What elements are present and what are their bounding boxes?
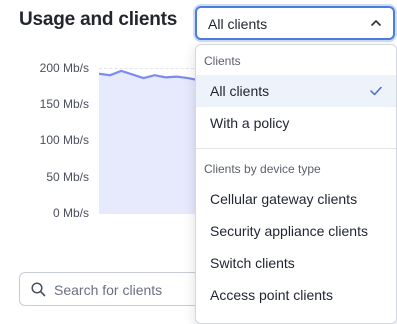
option-cellular-gateway-clients[interactable]: Cellular gateway clients <box>196 183 396 215</box>
option-label: Cellular gateway clients <box>210 191 358 207</box>
client-filter-value: All clients <box>208 16 268 32</box>
option-label: All clients <box>210 83 270 99</box>
group-label-device-type: Clients by device type <box>204 162 321 176</box>
y-tick-label: 200 Mb/s <box>39 61 89 75</box>
usage-chart <box>99 60 199 214</box>
y-tick-label: 0 Mb/s <box>52 206 89 220</box>
option-all-clients[interactable]: All clients <box>196 75 396 107</box>
option-label: With a policy <box>210 115 290 131</box>
y-tick-label: 50 Mb/s <box>46 170 89 184</box>
y-tick-label: 150 Mb/s <box>39 97 89 111</box>
option-label: Access point clients <box>210 287 333 303</box>
option-switch-clients[interactable]: Switch clients <box>196 247 396 279</box>
page-title: Usage and clients <box>19 9 178 30</box>
option-with-a-policy[interactable]: With a policy <box>196 107 396 139</box>
chevron-up-icon <box>371 20 381 26</box>
option-label: Security appliance clients <box>210 223 368 239</box>
search-input[interactable] <box>52 280 196 300</box>
option-security-appliance-clients[interactable]: Security appliance clients <box>196 215 396 247</box>
menu-divider <box>196 148 396 149</box>
client-filter-dropdown: Clients All clients With a policy Client… <box>195 44 397 324</box>
search-icon <box>31 282 46 297</box>
usage-area-fill <box>99 70 199 214</box>
y-tick-label: 100 Mb/s <box>39 133 89 147</box>
client-search-box[interactable] <box>19 272 209 306</box>
option-label: Switch clients <box>210 255 295 271</box>
client-filter-select[interactable]: All clients <box>195 6 395 40</box>
checkmark-icon <box>370 86 382 96</box>
group-label-clients: Clients <box>204 54 241 68</box>
option-access-point-clients[interactable]: Access point clients <box>196 279 396 311</box>
